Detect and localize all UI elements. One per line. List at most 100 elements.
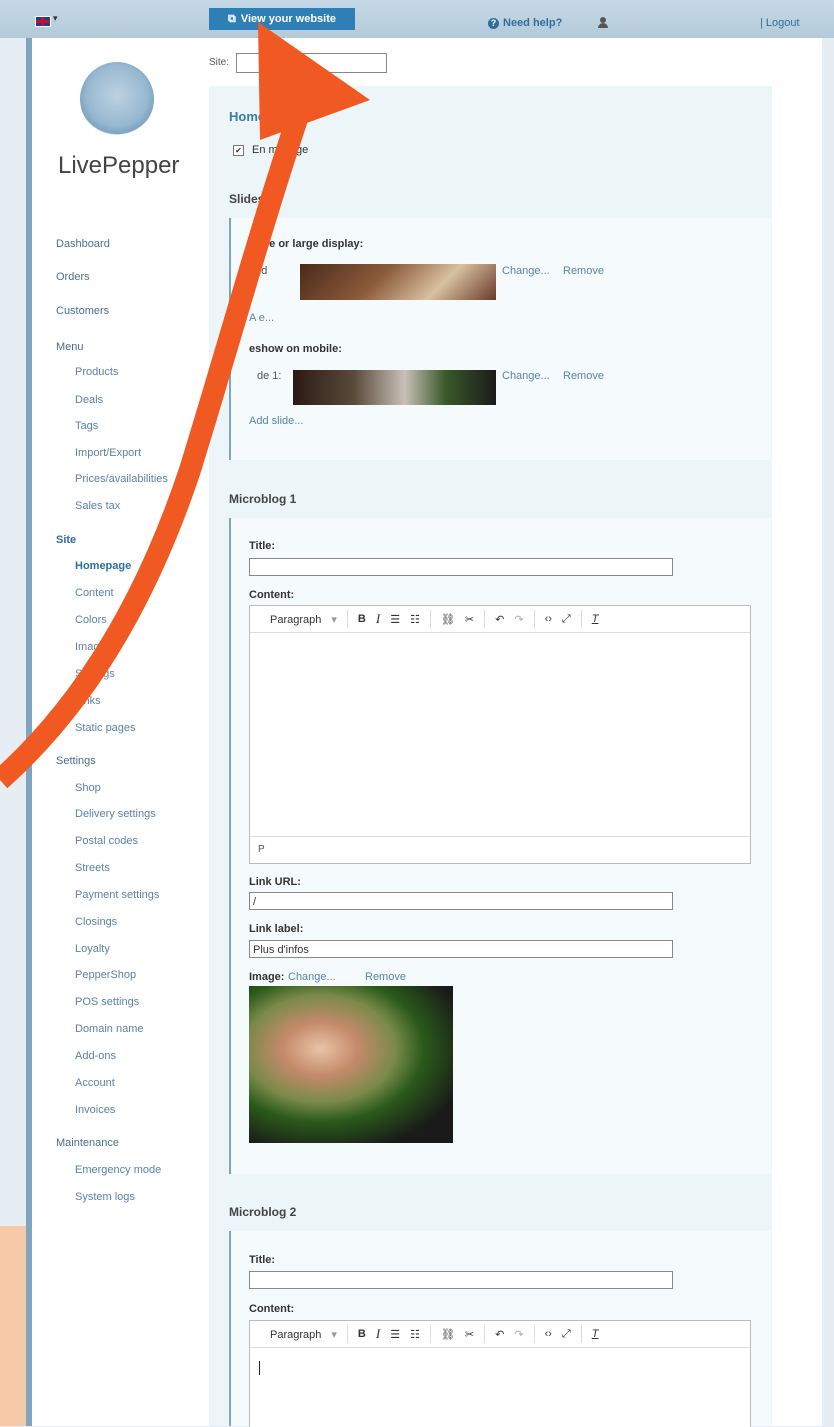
sidebar-item-images[interactable]: Images: [75, 641, 111, 653]
mb2-editor[interactable]: Paragraph ▾ B I ☰ ☷ ⛓ ✂ ↶ ↷ ‹› ⤢ T: [249, 1320, 751, 1427]
mb1-editor[interactable]: Paragraph ▾ B I ☰ ☷ ⛓ ✂ ↶ ↷ ‹› ⤢ T P: [249, 605, 751, 864]
toolbar-divider: [533, 1325, 535, 1343]
enable-homepage-checkbox[interactable]: ✔: [233, 145, 244, 156]
enable-homepage-label: En mepage: [252, 144, 309, 156]
paragraph-select[interactable]: Paragraph ▾: [260, 613, 337, 626]
sidebar-item-closings[interactable]: Closings: [75, 916, 117, 928]
sidebar-item-products[interactable]: Products: [75, 366, 118, 378]
sidebar-item-shop[interactable]: Shop: [75, 782, 101, 794]
slide-large-remove-link[interactable]: Remove: [563, 265, 604, 277]
unlink-icon[interactable]: ✂: [465, 1328, 474, 1341]
sidebar-item-customers[interactable]: Customers: [56, 305, 109, 317]
sidebar-item-content[interactable]: Content: [75, 587, 114, 599]
redo-icon[interactable]: ↷: [514, 613, 523, 626]
link-icon[interactable]: ⛓: [441, 613, 455, 626]
bullet-list-icon[interactable]: ☷: [410, 1328, 420, 1341]
clear-format-icon[interactable]: T: [592, 613, 599, 625]
top-bar: ▾ ⧉ View your website ? Need help? | Log…: [0, 0, 834, 38]
paragraph-select[interactable]: Paragraph ▾: [260, 1328, 337, 1341]
sidebar-item-links[interactable]: Links: [75, 695, 101, 707]
language-dropdown-chevron-icon[interactable]: ▾: [53, 13, 58, 24]
sidebar-item-streets[interactable]: Streets: [75, 862, 110, 874]
mb1-title-input[interactable]: [249, 558, 673, 576]
sidebar-item-homepage[interactable]: Homepage: [75, 560, 131, 572]
sidebar-item-delivery-settings[interactable]: Delivery settings: [75, 808, 156, 820]
clear-format-icon[interactable]: T: [592, 1328, 599, 1340]
toolbar-divider: [580, 610, 582, 628]
mb1-link-url-input[interactable]: /: [249, 892, 673, 910]
toolbar-divider: [429, 610, 431, 628]
slideshow-large-label: Slide or large display:: [249, 238, 364, 250]
bold-icon[interactable]: B: [358, 613, 366, 625]
mb1-image-change-link[interactable]: Change...: [288, 971, 336, 983]
ordered-list-icon[interactable]: ☰: [390, 1328, 400, 1341]
sidebar-item-orders[interactable]: Orders: [56, 271, 90, 283]
sidebar-item-postal-codes[interactable]: Postal codes: [75, 835, 138, 847]
fullscreen-icon[interactable]: ⤢: [562, 1328, 571, 1341]
toolbar-divider: [533, 610, 535, 628]
sidebar-item-settings[interactable]: Settings: [75, 668, 115, 680]
sidebar-item-menu[interactable]: Menu: [56, 341, 84, 353]
site-label: Site:: [209, 57, 230, 68]
uk-flag-icon[interactable]: [35, 16, 51, 27]
sidebar-item-sales-tax[interactable]: Sales tax: [75, 500, 120, 512]
toolbar-divider: [346, 610, 348, 628]
sidebar-item-dashboard[interactable]: Dashboard: [56, 238, 110, 250]
mb1-image-remove-link[interactable]: Remove: [365, 971, 406, 983]
sidebar-item-emergency-mode[interactable]: Emergency mode: [75, 1164, 161, 1176]
sidebar-item-static-pages[interactable]: Static pages: [75, 722, 136, 734]
toolbar-divider: [484, 1325, 486, 1343]
logout-link[interactable]: | Logout: [760, 17, 800, 29]
code-icon[interactable]: ‹›: [545, 1328, 552, 1340]
italic-icon[interactable]: I: [376, 611, 380, 627]
bullet-list-icon[interactable]: ☷: [410, 613, 420, 626]
sidebar-item-colors[interactable]: Colors: [75, 614, 107, 626]
mb1-link-label-input[interactable]: Plus d'infos: [249, 940, 673, 958]
microblog1-heading: Microblog 1: [229, 492, 297, 506]
mb1-content-label: Content:: [249, 589, 295, 601]
link-icon[interactable]: ⛓: [441, 1328, 455, 1341]
add-slide-large-link[interactable]: A e...: [249, 312, 274, 324]
undo-icon[interactable]: ↶: [495, 1328, 504, 1341]
sidebar-item-add-ons[interactable]: Add-ons: [75, 1050, 116, 1062]
mb2-title-input[interactable]: [249, 1271, 673, 1289]
unlink-icon[interactable]: ✂: [465, 613, 474, 626]
sidebar-item-invoices[interactable]: Invoices: [75, 1104, 115, 1116]
sidebar-item-peppershop[interactable]: PepperShop: [75, 969, 136, 981]
sidebar-item-account[interactable]: Account: [75, 1077, 115, 1089]
sidebar-item-system-logs[interactable]: System logs: [75, 1191, 135, 1203]
need-help-link[interactable]: ? Need help?: [488, 17, 562, 29]
sidebar-item-site[interactable]: Site: [56, 534, 76, 546]
add-slide-mobile-link[interactable]: Add slide...: [249, 415, 303, 427]
slide-mobile-label: de 1:: [257, 370, 282, 382]
sidebar-item-payment-settings[interactable]: Payment settings: [75, 889, 159, 901]
mb2-editor-toolbar: Paragraph ▾ B I ☰ ☷ ⛓ ✂ ↶ ↷ ‹› ⤢ T: [250, 1321, 750, 1348]
ordered-list-icon[interactable]: ☰: [390, 613, 400, 626]
sidebar-item-domain-name[interactable]: Domain name: [75, 1023, 143, 1035]
sidebar-item-deals[interactable]: Deals: [75, 394, 103, 406]
sidebar-item-tags[interactable]: Tags: [75, 420, 98, 432]
sidebar-item-settings[interactable]: Settings: [56, 755, 96, 767]
italic-icon[interactable]: I: [376, 1326, 380, 1342]
site-input[interactable]: [236, 53, 387, 73]
sidebar-item-pos-settings[interactable]: POS settings: [75, 996, 139, 1008]
sidebar-item-prices-availabilities[interactable]: Prices/availabilities: [75, 473, 168, 485]
user-icon[interactable]: [598, 17, 608, 28]
slide-mobile-change-link[interactable]: Change...: [502, 370, 550, 382]
mb2-title-label: Title:: [249, 1254, 276, 1266]
code-icon[interactable]: ‹›: [545, 613, 552, 625]
sidebar-item-maintenance[interactable]: Maintenance: [56, 1137, 119, 1149]
view-website-button[interactable]: ⧉ View your website: [209, 8, 355, 30]
sidebar-item-loyalty[interactable]: Loyalty: [75, 943, 110, 955]
slide-large-change-link[interactable]: Change...: [502, 265, 550, 277]
mb1-image: [249, 986, 453, 1143]
paragraph-label: Paragraph: [270, 613, 322, 626]
slideshow-heading: Slidesho: [229, 192, 280, 206]
slide-mobile-remove-link[interactable]: Remove: [563, 370, 604, 382]
slide-large-label: Slid: [249, 265, 268, 277]
sidebar-item-import-export[interactable]: Import/Export: [75, 447, 141, 459]
bold-icon[interactable]: B: [358, 1328, 366, 1340]
undo-icon[interactable]: ↶: [495, 613, 504, 626]
fullscreen-icon[interactable]: ⤢: [562, 613, 571, 626]
redo-icon[interactable]: ↷: [514, 1328, 523, 1341]
